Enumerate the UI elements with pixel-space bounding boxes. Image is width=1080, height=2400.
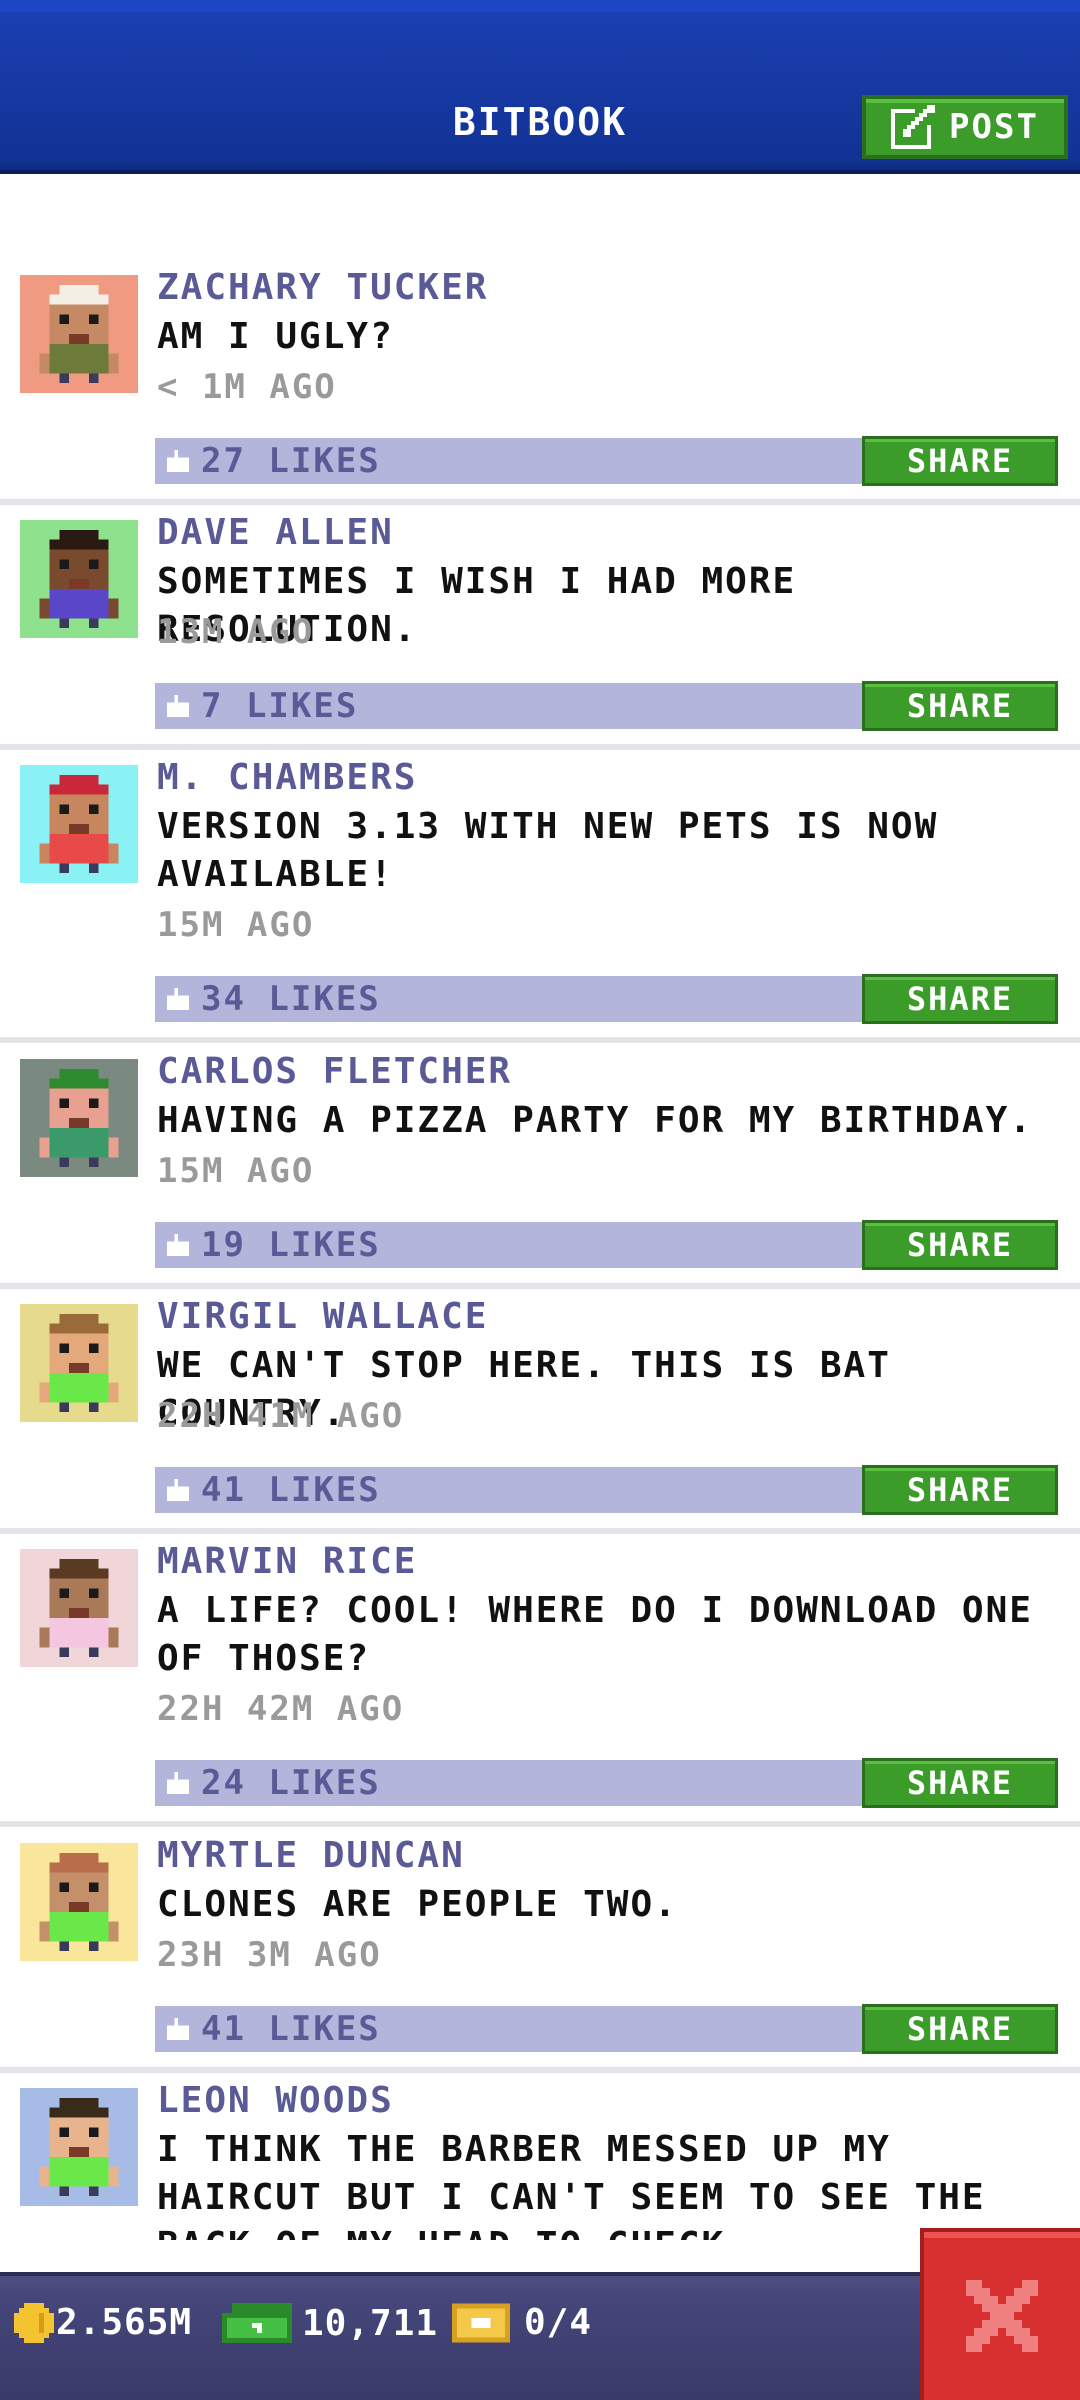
post-divider: [0, 1528, 1080, 1534]
avatar[interactable]: [20, 1843, 138, 1961]
post-timestamp: 22H 41M AGO: [157, 1396, 405, 1436]
tickets-value: 0/4: [524, 2302, 593, 2343]
post-author-name[interactable]: MARVIN RICE: [157, 1541, 417, 1582]
share-button[interactable]: SHARE: [862, 1220, 1058, 1270]
likes-count: 19 LIKES: [201, 1225, 381, 1265]
likes-count: 27 LIKES: [201, 441, 381, 481]
thumbs-up-icon: [167, 988, 189, 1010]
bux-icon: [222, 2303, 292, 2343]
likes-count: 34 LIKES: [201, 979, 381, 1019]
post-divider: [0, 499, 1080, 505]
thumbs-up-icon: [167, 695, 189, 717]
tickets-stat: 0/4: [452, 2302, 592, 2343]
likes-bar[interactable]: 34 LIKES: [155, 976, 865, 1022]
share-button[interactable]: SHARE: [862, 436, 1058, 486]
share-button[interactable]: SHARE: [862, 681, 1058, 731]
post-author-name[interactable]: LEON WOODS: [157, 2080, 394, 2121]
post-author-name[interactable]: MYRTLE DUNCAN: [157, 1835, 465, 1876]
post-timestamp: 22H 42M AGO: [157, 1689, 405, 1729]
thumbs-up-icon: [167, 450, 189, 472]
likes-bar[interactable]: 41 LIKES: [155, 2006, 865, 2052]
post-button-label: POST: [949, 107, 1039, 147]
avatar[interactable]: [20, 1059, 138, 1177]
post-message: I THINK THE BARBER MESSED UP MY HAIRCUT …: [157, 2129, 986, 2240]
post-author-name[interactable]: M. CHAMBERS: [157, 757, 417, 798]
likes-count: 41 LIKES: [201, 2009, 381, 2049]
share-button[interactable]: SHARE: [862, 974, 1058, 1024]
likes-bar[interactable]: 19 LIKES: [155, 1222, 865, 1268]
post-divider: [0, 2067, 1080, 2073]
post-author-name[interactable]: CARLOS FLETCHER: [157, 1051, 512, 1092]
post-author-name[interactable]: ZACHARY TUCKER: [157, 267, 488, 308]
post-timestamp: 15M AGO: [157, 1151, 315, 1191]
thumbs-up-icon: [167, 1234, 189, 1256]
likes-count: 24 LIKES: [201, 1763, 381, 1803]
close-button[interactable]: [920, 2228, 1080, 2400]
bitbook-screen: BITBOOK POST ZACHARY TUCKER AM I UGLY? < 1…: [0, 0, 1080, 2400]
bux-stat: 10,711: [222, 2302, 438, 2344]
share-button[interactable]: SHARE: [862, 1758, 1058, 1808]
compose-icon: [891, 105, 936, 149]
thumbs-up-icon: [167, 2018, 189, 2040]
post-timestamp: 23H 3M AGO: [157, 1935, 382, 1975]
likes-bar[interactable]: 27 LIKES: [155, 438, 865, 484]
post-button[interactable]: POST: [862, 95, 1068, 159]
post-divider: [0, 1283, 1080, 1289]
news-feed[interactable]: ZACHARY TUCKER AM I UGLY? < 1M AGO 27 LIKES…: [0, 255, 1080, 2240]
coins-stat: 2.565M: [14, 2302, 192, 2343]
avatar[interactable]: [20, 765, 138, 883]
avatar[interactable]: [20, 1549, 138, 1667]
avatar[interactable]: [20, 1304, 138, 1422]
post-divider: [0, 744, 1080, 750]
close-icon: [966, 2280, 1038, 2352]
bottom-status-bar: 2.565M 10,711 0/4: [0, 2272, 1080, 2400]
likes-count: 7 LIKES: [201, 686, 359, 726]
likes-bar[interactable]: 7 LIKES: [155, 683, 865, 729]
share-button[interactable]: SHARE: [862, 1465, 1058, 1515]
post-timestamp: 13M AGO: [157, 612, 315, 652]
likes-bar[interactable]: 41 LIKES: [155, 1467, 865, 1513]
post-author-name[interactable]: VIRGIL WALLACE: [157, 1296, 488, 1337]
bux-value: 10,711: [302, 2302, 439, 2344]
coin-icon: [14, 2302, 54, 2343]
ticket-icon: [452, 2303, 510, 2342]
post-message: CLONES ARE PEOPLE TWO.: [157, 1884, 678, 1925]
post-timestamp: 15M AGO: [157, 905, 315, 945]
avatar[interactable]: [20, 520, 138, 638]
thumbs-up-icon: [167, 1772, 189, 1794]
avatar[interactable]: [20, 275, 138, 393]
post-message: AM I UGLY?: [157, 316, 394, 357]
post-divider: [0, 1821, 1080, 1827]
likes-count: 41 LIKES: [201, 1470, 381, 1510]
post-divider: [0, 1037, 1080, 1043]
post-message: HAVING A PIZZA PARTY FOR MY BIRTHDAY.: [157, 1100, 1033, 1141]
share-button[interactable]: SHARE: [862, 2004, 1058, 2054]
post-message: VERSION 3.13 WITH NEW PETS IS NOW AVAILA…: [157, 806, 939, 895]
thumbs-up-icon: [167, 1479, 189, 1501]
avatar[interactable]: [20, 2088, 138, 2206]
likes-bar[interactable]: 24 LIKES: [155, 1760, 865, 1806]
post-timestamp: < 1M AGO: [157, 367, 337, 407]
header-bar: BITBOOK POST: [0, 0, 1080, 174]
coins-value: 2.565M: [56, 2302, 193, 2343]
post-author-name[interactable]: DAVE ALLEN: [157, 512, 394, 553]
post-message: A LIFE? COOL! WHERE DO I DOWNLOAD ONE OF…: [157, 1590, 1033, 1679]
